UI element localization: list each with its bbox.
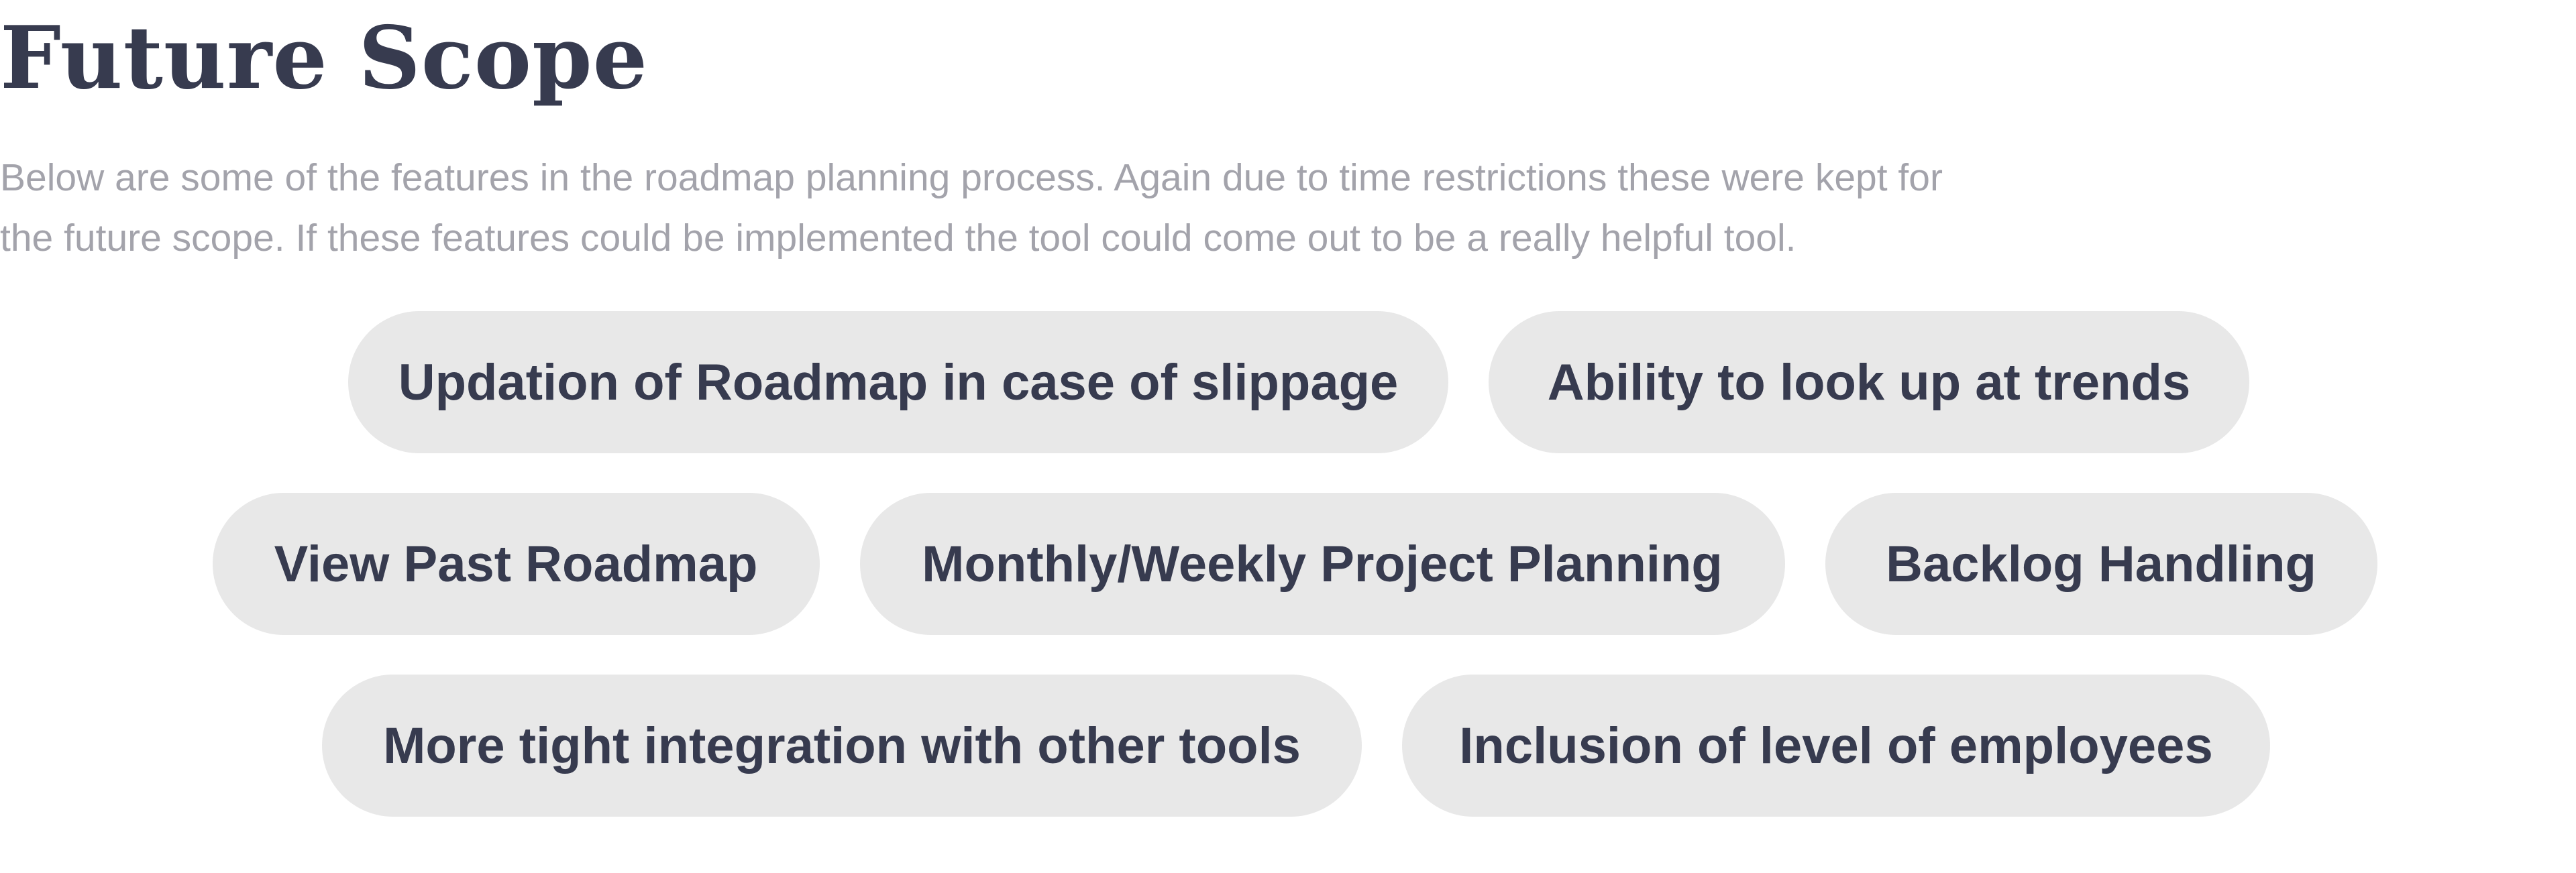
feature-row: View Past Roadmap Monthly/Weekly Project…	[0, 493, 2576, 635]
intro-line: Below are some of the features in the ro…	[0, 156, 1943, 199]
feature-pill-trends: Ability to look up at trends	[1489, 311, 2249, 453]
intro-line: the future scope. If these features coul…	[0, 217, 1796, 259]
feature-row: Updation of Roadmap in case of slippage …	[0, 311, 2576, 453]
feature-pill-past-roadmap: View Past Roadmap	[212, 493, 820, 635]
feature-row: More tight integration with other tools …	[0, 675, 2576, 817]
feature-pill-project-planning: Monthly/Weekly Project Planning	[859, 493, 1785, 635]
page-title: Future Scope	[0, 8, 648, 109]
feature-pill-tool-integration: More tight integration with other tools	[322, 675, 1362, 817]
intro-paragraph: Below are some of the features in the ro…	[0, 148, 2147, 268]
feature-pill-backlog-handling: Backlog Handling	[1825, 493, 2377, 635]
feature-pill-roadmap-slippage: Updation of Roadmap in case of slippage	[348, 311, 1448, 453]
feature-pill-employee-levels: Inclusion of level of employees	[1402, 675, 2270, 817]
